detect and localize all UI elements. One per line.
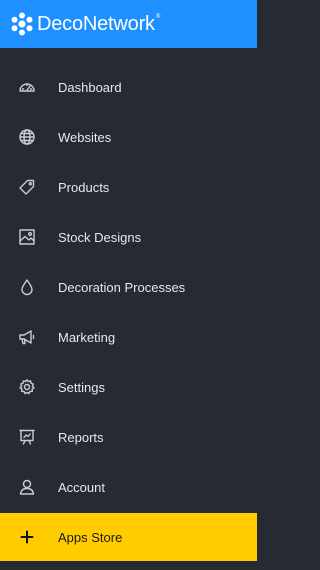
globe-icon xyxy=(17,127,37,147)
sidebar-item-marketing[interactable]: Marketing xyxy=(0,312,257,362)
sidebar-item-apps-store[interactable]: Apps Store xyxy=(0,513,257,561)
sidebar-item-label: Products xyxy=(58,179,110,195)
sidebar-item-products[interactable]: Products xyxy=(0,162,257,212)
registered-mark: ® xyxy=(155,14,161,20)
sidebar-item-account[interactable]: Account xyxy=(0,462,257,512)
report-icon xyxy=(17,427,37,447)
sidebar-item-decoration-processes[interactable]: Decoration Processes xyxy=(0,262,257,312)
sidebar-item-label: Stock Designs xyxy=(58,229,142,245)
sidebar-item-stock-designs[interactable]: Stock Designs xyxy=(0,212,257,262)
plus-icon xyxy=(17,527,37,547)
brand-name: DecoNetwork xyxy=(37,12,155,35)
tag-icon xyxy=(17,177,37,197)
deconetwork-logo-icon[interactable] xyxy=(9,11,35,37)
sidebar-item-label: Websites xyxy=(58,129,112,145)
sidebar-item-label: Marketing xyxy=(58,329,116,345)
app-header: DecoNetwork ® xyxy=(0,0,257,48)
sidebar-item-label: Decoration Processes xyxy=(58,279,186,295)
sidebar-item-label: Settings xyxy=(58,379,105,395)
megaphone-icon xyxy=(17,327,37,347)
image-icon xyxy=(17,227,37,247)
dashboard-gauge-icon xyxy=(17,77,37,97)
sidebar-item-label: Dashboard xyxy=(58,79,122,95)
sidebar-nav: Dashboard Websites Products Stock Design… xyxy=(0,62,257,561)
user-icon xyxy=(17,477,37,497)
sidebar-item-label: Reports xyxy=(58,429,104,445)
sidebar-item-reports[interactable]: Reports xyxy=(0,412,257,462)
sidebar-item-websites[interactable]: Websites xyxy=(0,112,257,162)
sidebar-item-label: Apps Store xyxy=(58,529,123,545)
sidebar-item-dashboard[interactable]: Dashboard xyxy=(0,62,257,112)
sidebar-item-settings[interactable]: Settings xyxy=(0,362,257,412)
drop-icon xyxy=(17,277,37,297)
gear-icon xyxy=(17,377,37,397)
sidebar-item-label: Account xyxy=(58,479,105,495)
